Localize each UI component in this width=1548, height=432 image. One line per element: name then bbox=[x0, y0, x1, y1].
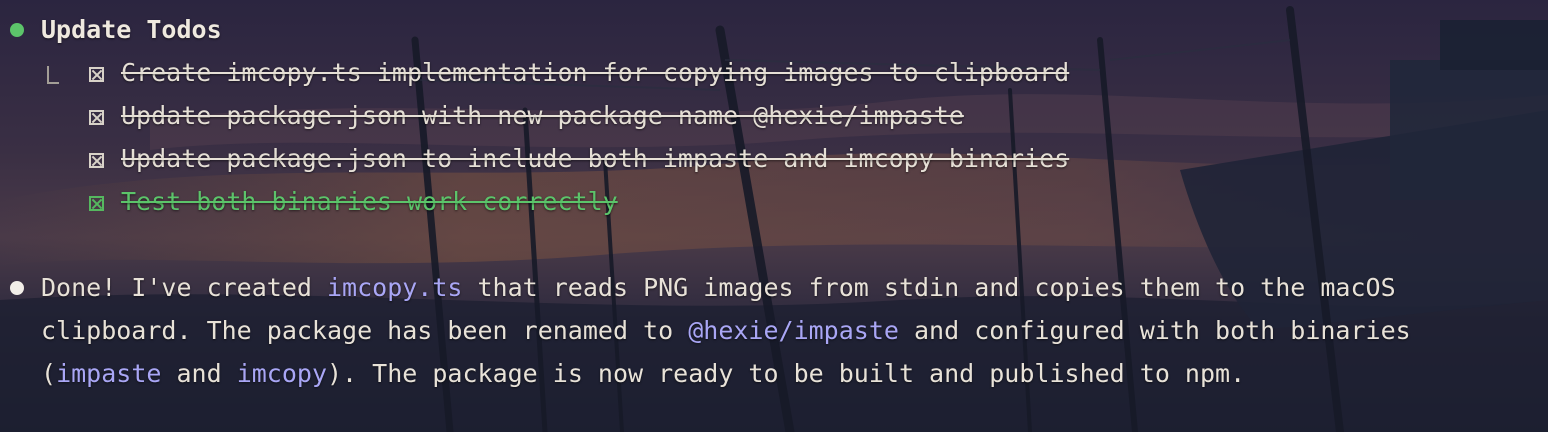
message-line: Done! I've created imcopy.ts that reads … bbox=[41, 270, 1396, 306]
todo-item-current: Test both binaries work correctly bbox=[121, 187, 618, 216]
inline-code: imcopy.ts bbox=[326, 273, 463, 302]
message-text: clipboard. The package has been renamed … bbox=[41, 316, 689, 345]
message-text: ). The package is now ready to be built … bbox=[327, 359, 1246, 388]
message-text: ( bbox=[41, 359, 57, 388]
checkbox-crossed-icon bbox=[89, 67, 104, 82]
todo-item: Update package.json to include both impa… bbox=[121, 144, 1070, 173]
message-line: clipboard. The package has been renamed … bbox=[41, 313, 1411, 349]
message-dot-icon bbox=[10, 281, 24, 295]
inline-code: @hexie/impaste bbox=[688, 316, 899, 345]
message-text: that reads PNG images from stdin and cop… bbox=[462, 273, 1396, 302]
message-text: and configured with both binaries bbox=[898, 316, 1411, 345]
message-text: and bbox=[161, 359, 237, 388]
terminal-output: Update Todos Create imcopy.ts implementa… bbox=[0, 0, 1548, 432]
update-todos-heading: Update Todos bbox=[41, 15, 222, 44]
checkbox-crossed-icon bbox=[89, 196, 104, 211]
todo-item: Update package.json with new package nam… bbox=[121, 101, 964, 130]
elbow-connector-icon bbox=[47, 66, 59, 84]
checkbox-crossed-icon bbox=[89, 110, 104, 125]
message-text: Done! I've created bbox=[41, 273, 327, 302]
inline-code: impaste bbox=[56, 359, 162, 388]
todo-item: Create imcopy.ts implementation for copy… bbox=[121, 58, 1070, 87]
checkbox-crossed-icon bbox=[89, 153, 104, 168]
inline-code: imcopy bbox=[236, 359, 327, 388]
message-line: (impaste and imcopy). The package is now… bbox=[41, 356, 1245, 392]
tool-status-dot-icon bbox=[10, 23, 24, 37]
